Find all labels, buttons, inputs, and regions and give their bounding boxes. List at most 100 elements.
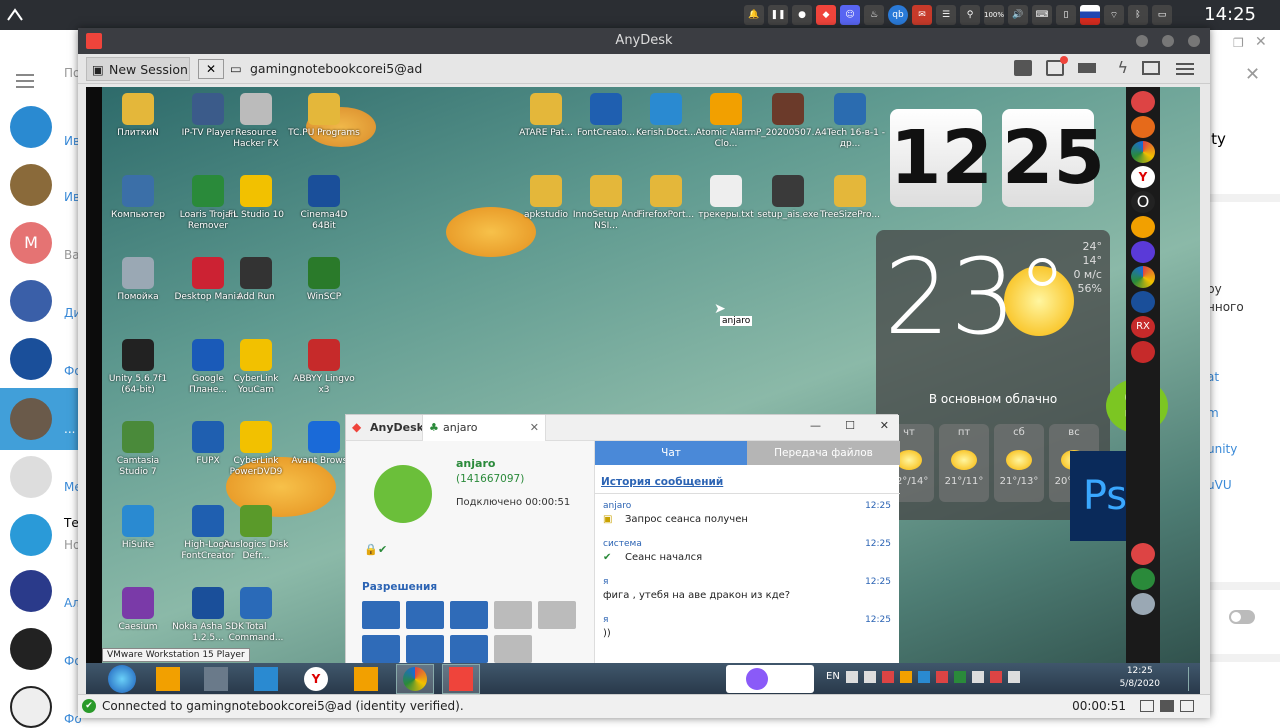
desktop-icon[interactable]: A4Tech 16-в-1 - др... [814, 93, 886, 150]
tab-remote-session[interactable]: ▭ gamingnotebookcorei5@ad [228, 57, 422, 81]
desktop-icon[interactable]: ПлиткиN [102, 93, 174, 139]
anydesk-taskbar-button[interactable] [442, 664, 480, 694]
clipboard-permission-button[interactable] [406, 601, 444, 629]
show-desktop-button[interactable] [1188, 667, 1196, 691]
bluetooth-icon[interactable]: ᛒ [1128, 5, 1148, 25]
recycle-bin-icon[interactable] [1131, 593, 1155, 615]
tab-new-session[interactable]: ▣ New Session [86, 57, 190, 81]
screen-permission-button[interactable] [406, 635, 444, 663]
pause-icon[interactable]: ❚❚ [768, 5, 788, 25]
desktop-icon[interactable]: TC.PU Programs [288, 93, 360, 139]
telegram-avatar[interactable] [10, 514, 52, 556]
panel-link[interactable]: unity [1207, 442, 1237, 456]
clipboard-icon[interactable]: ▯ [1056, 5, 1076, 25]
keyboard-icon[interactable] [1078, 63, 1096, 73]
desktop-icon[interactable]: Помойка [102, 257, 174, 303]
record-icon[interactable]: ● [792, 5, 812, 25]
app-icon[interactable] [1131, 216, 1155, 238]
mail-badge-icon[interactable]: ✉ [912, 5, 932, 25]
privacy-permission-button[interactable] [494, 635, 532, 663]
draw-permission-button[interactable] [450, 635, 488, 663]
chrome-icon[interactable] [1131, 141, 1155, 163]
tab-chat[interactable]: Чат [595, 441, 747, 465]
wine-icon[interactable]: ♨ [864, 5, 884, 25]
app-icon[interactable] [1131, 91, 1155, 113]
minimize-icon[interactable] [1136, 35, 1148, 47]
close-icon[interactable] [1188, 35, 1200, 47]
avatar[interactable]: M [10, 222, 52, 264]
close-tab-icon[interactable]: ✕ [530, 421, 539, 434]
discord-icon[interactable]: ☺ [840, 5, 860, 25]
avatar[interactable] [10, 398, 52, 440]
app-icon[interactable] [1131, 543, 1155, 565]
tray-icon[interactable] [972, 671, 984, 683]
desktop-icon[interactable]: HiSuite [102, 505, 174, 551]
display-icon[interactable]: ▭ [1152, 5, 1172, 25]
remote-desktop-view[interactable]: ПлиткиN IP-TV Player Resource Hacker FX TC.… [86, 87, 1200, 695]
app-icon[interactable] [1131, 291, 1155, 313]
menu-icon[interactable] [16, 70, 34, 92]
lock-permission-button[interactable] [362, 635, 400, 663]
desktop-icon[interactable]: FL Studio 10 [220, 175, 292, 221]
avatar[interactable] [10, 338, 52, 380]
avatar[interactable] [10, 456, 52, 498]
opera-icon[interactable]: O [1131, 191, 1155, 213]
avatar[interactable] [10, 686, 52, 728]
keyboard-icon[interactable]: ⌨ [1032, 5, 1052, 25]
tray-icon[interactable] [882, 671, 894, 683]
qbittorrent-icon[interactable]: qb [888, 5, 908, 25]
file-permission-button[interactable] [450, 601, 488, 629]
remote-clock[interactable]: 12:25 5/8/2020 [1120, 665, 1160, 691]
tab-file-transfer[interactable]: Передача файлов [747, 441, 900, 465]
desktop-icon[interactable]: Caesium [102, 587, 174, 633]
rx-icon[interactable]: RX [1131, 316, 1155, 338]
app-icon[interactable] [1131, 341, 1155, 363]
maximize-icon[interactable] [1162, 35, 1174, 47]
tray-icon[interactable] [990, 671, 1002, 683]
close-panel-icon[interactable]: ✕ [1245, 64, 1260, 85]
display-settings-icon[interactable] [1014, 60, 1032, 76]
desktop-icon[interactable]: Resource Hacker FX [220, 93, 292, 150]
alice-search-bar[interactable] [726, 665, 814, 693]
wifi-icon[interactable]: ⌔ [1104, 5, 1124, 25]
tray-icon[interactable] [936, 671, 948, 683]
desktop-icon[interactable]: TreeSizePro... [814, 175, 886, 221]
app-icon[interactable] [1131, 568, 1155, 590]
close-icon[interactable]: ✕ [1255, 34, 1267, 50]
chat-session-tab[interactable]: ♣ anjaro ✕ [422, 415, 546, 441]
maximize-icon[interactable]: ☐ [845, 419, 855, 432]
control-permission-button[interactable] [538, 601, 576, 629]
toggle-switch[interactable] [1229, 610, 1255, 624]
desktop-icon[interactable]: CyberLink PowerDVD9 [220, 421, 292, 478]
panel-link[interactable]: uVU [1207, 478, 1232, 492]
avatar[interactable] [10, 628, 52, 670]
avatar[interactable] [10, 570, 52, 612]
view-icon[interactable] [1142, 61, 1160, 75]
fullscreen-icon[interactable] [1180, 700, 1194, 712]
keyboard-permission-button[interactable] [362, 601, 400, 629]
app-icon[interactable] [1131, 241, 1155, 263]
desktop-icon[interactable]: WinSCP [288, 257, 360, 303]
sound-permission-button[interactable] [494, 601, 532, 629]
tray-icon[interactable] [846, 671, 858, 683]
message-history-link[interactable]: История сообщений [601, 476, 723, 488]
desktop-icon[interactable]: Add Run [220, 257, 292, 303]
tray-icon[interactable] [918, 671, 930, 683]
maximize-icon[interactable]: ❐ [1233, 36, 1244, 50]
chrome-taskbar-button[interactable] [396, 664, 434, 694]
app-icon[interactable] [1131, 266, 1155, 288]
anydesk-tray-icon[interactable]: ◆ [816, 5, 836, 25]
battery-icon[interactable]: 100% [984, 5, 1004, 25]
desktop-icon[interactable]: Total Command... [220, 587, 292, 644]
desktop-icon[interactable]: CyberLink YouCam [220, 339, 292, 396]
language-flag-icon[interactable] [1080, 5, 1100, 25]
avatar[interactable] [10, 106, 52, 148]
tray-icon[interactable] [954, 671, 966, 683]
system-clock[interactable]: 14:25 [1204, 4, 1256, 25]
desktop-icon[interactable]: Cinema4D 64Bit [288, 175, 360, 232]
desktop-icon[interactable]: Camtasia Studio 7 [102, 421, 174, 478]
menu-icon[interactable] [1176, 60, 1194, 78]
desktop-icon[interactable]: Компьютер [102, 175, 174, 221]
notes-icon[interactable]: ☰ [936, 5, 956, 25]
avatar[interactable] [10, 280, 52, 322]
